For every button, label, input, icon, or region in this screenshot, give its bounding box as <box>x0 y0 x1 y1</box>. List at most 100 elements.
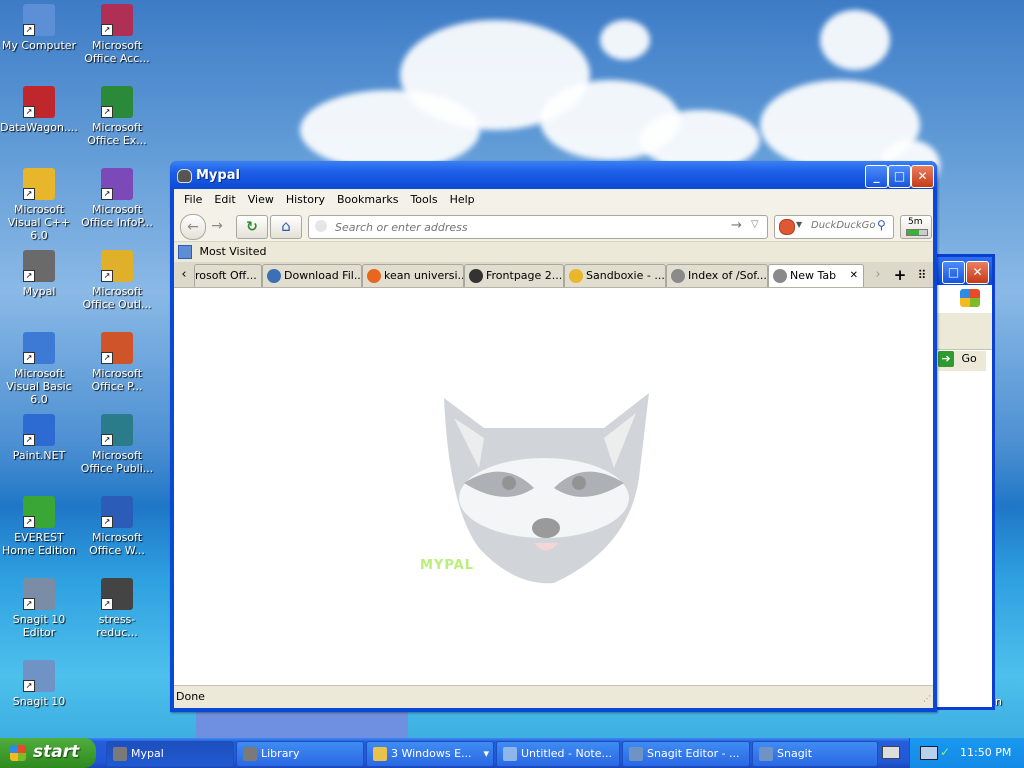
favicon-icon <box>469 269 483 283</box>
taskbar-item[interactable]: Snagit <box>752 741 878 767</box>
bookmarks-toolbar: Most Visited <box>174 242 933 262</box>
menu-file[interactable]: File <box>178 193 208 206</box>
group-dropdown-icon[interactable]: ▾ <box>483 742 489 766</box>
dropdown-arrow-icon[interactable]: ▽ <box>751 219 759 230</box>
speed-badge-button[interactable]: 5m <box>900 215 932 239</box>
menu-history[interactable]: History <box>280 193 331 206</box>
duckduckgo-icon[interactable] <box>779 219 795 235</box>
tab-label: rosoft Off... <box>195 269 257 282</box>
go-button[interactable]: ➔ Go <box>938 351 986 371</box>
desktop-icon[interactable]: ↗ Microsoft Office P... <box>78 332 156 393</box>
forward-button[interactable]: → <box>208 215 226 237</box>
taskbar-item-icon <box>373 747 387 761</box>
favicon-icon <box>367 269 381 283</box>
maximize-button[interactable]: □ <box>888 165 911 188</box>
taskbar-item-label: Mypal <box>131 747 164 760</box>
tab[interactable]: Frontpage 2... <box>464 264 564 287</box>
home-button[interactable]: ⌂ <box>270 215 302 239</box>
scroll-tabs-left-button[interactable]: ‹ <box>176 265 192 285</box>
taskbar-item[interactable]: Mypal <box>106 741 234 767</box>
maximize-button[interactable]: □ <box>942 261 965 284</box>
desktop-icon[interactable]: ↗ stress-reduc... <box>78 578 156 639</box>
tab[interactable]: New Tab ✕ <box>768 264 864 288</box>
taskbar-item[interactable]: 3 Windows E... ▾ <box>366 741 494 767</box>
desktop-icon[interactable]: ↗ My Computer <box>0 4 78 52</box>
desktop-icon[interactable]: ↗ Microsoft Office Ex... <box>78 86 156 147</box>
close-button[interactable]: ✕ <box>911 165 934 188</box>
desktop-icon[interactable]: ↗ Microsoft Office Publi... <box>78 414 156 475</box>
tab[interactable]: kean universi... <box>362 264 464 287</box>
tab[interactable]: Sandboxie - ... <box>564 264 666 287</box>
office-publisher-icon: ↗ <box>101 414 133 446</box>
taskbar: start Mypal Library 3 Windows E... ▾ Untitle… <box>0 738 1024 768</box>
desktop-icon[interactable]: ↗ Microsoft Office W... <box>78 496 156 557</box>
shortcut-arrow-icon: ↗ <box>101 270 113 282</box>
start-button[interactable]: start <box>0 738 96 768</box>
search-icon[interactable]: ⚲ <box>877 218 886 232</box>
menu-bookmarks[interactable]: Bookmarks <box>331 193 404 206</box>
window-titlebar[interactable]: Mypal _ □ ✕ <box>170 161 937 189</box>
go-arrow-icon[interactable]: → <box>731 218 742 233</box>
desktop-icon-label: DataWagon.... <box>0 121 78 134</box>
most-visited-icon <box>178 245 192 259</box>
mypal-window[interactable]: Mypal _ □ ✕ File Edit View History Bookmarks… <box>170 161 937 712</box>
desktop-icon[interactable]: ↗ Microsoft Visual C++ 6.0 <box>0 168 78 242</box>
taskbar-item[interactable]: Snagit Editor - ... <box>622 741 750 767</box>
minimize-button[interactable]: _ <box>865 165 888 188</box>
background-window[interactable]: □ ✕ ➔ Go <box>934 254 995 710</box>
desktop-icon[interactable]: ↗ Microsoft Office Acc... <box>78 4 156 65</box>
background-window-titlebar[interactable]: □ ✕ <box>934 257 992 285</box>
menu-help[interactable]: Help <box>444 193 481 206</box>
shortcut-arrow-icon: ↗ <box>101 106 113 118</box>
chevron-down-icon[interactable]: ▼ <box>796 220 802 229</box>
desktop-icon[interactable]: ↗ DataWagon.... <box>0 86 78 134</box>
desktop-icon[interactable]: ↗ Microsoft Office Outl... <box>78 250 156 311</box>
desktop-icon[interactable]: ↗ Snagit 10 Editor <box>0 578 78 639</box>
go-label: Go <box>961 352 977 365</box>
desktop-icon[interactable]: ↗ Microsoft Visual Basic 6.0 <box>0 332 78 406</box>
address-input[interactable] <box>333 218 717 236</box>
clock[interactable]: 11:50 PM <box>960 746 1011 759</box>
reload-button[interactable]: ↻ <box>236 215 268 239</box>
desktop-icon[interactable]: ↗ Paint.NET <box>0 414 78 462</box>
desktop-icon[interactable]: ↗ Microsoft Office InfoP... <box>78 168 156 229</box>
desktop-icon[interactable]: ↗ Snagit 10 <box>0 660 78 708</box>
taskbar-item[interactable]: Untitled - Note... <box>496 741 620 767</box>
taskbar-item-label: 3 Windows E... <box>391 747 472 760</box>
list-all-tabs-button[interactable]: ⠿ <box>914 265 930 285</box>
menu-tools[interactable]: Tools <box>404 193 443 206</box>
taskbar-item-label: Untitled - Note... <box>521 747 613 760</box>
desktop-icon[interactable]: ↗ Mypal <box>0 250 78 298</box>
tab[interactable]: Download Fil... <box>262 264 362 287</box>
page-content[interactable]: mypal <box>174 287 933 686</box>
address-bar[interactable]: → ▽ <box>308 215 768 239</box>
scroll-tabs-right-button[interactable]: › <box>870 265 886 285</box>
back-button[interactable]: ← <box>180 214 206 240</box>
tab[interactable]: rosoft Off... <box>194 264 262 287</box>
windows-logo-icon <box>960 289 980 307</box>
raccoon-icon <box>177 169 192 183</box>
new-tab-button[interactable]: + <box>892 265 908 285</box>
search-bar[interactable]: ▼ ⚲ <box>774 215 894 239</box>
desktop-icon[interactable]: ↗ EVEREST Home Edition <box>0 496 78 557</box>
desktop-icon-label: EVEREST Home Edition <box>1 531 77 557</box>
desktop-icon-label: Microsoft Office P... <box>91 367 143 393</box>
network-icon[interactable] <box>920 746 938 760</box>
most-visited-folder[interactable]: Most Visited <box>178 244 266 260</box>
close-button[interactable]: ✕ <box>966 261 989 284</box>
resize-grip-icon[interactable]: ⋰ <box>923 694 931 703</box>
desktop-icon-label: Microsoft Office Ex... <box>87 121 147 147</box>
keyboard-icon[interactable] <box>882 746 900 759</box>
taskbar-item-icon <box>113 747 127 761</box>
close-tab-icon[interactable]: ✕ <box>850 265 858 287</box>
my-computer-icon: ↗ <box>23 4 55 36</box>
search-input[interactable] <box>809 219 879 232</box>
tab[interactable]: Index of /Sof... <box>666 264 768 287</box>
window-body: File Edit View History Bookmarks Tools Help ← … <box>174 189 933 708</box>
menu-view[interactable]: View <box>242 193 280 206</box>
taskbar-item[interactable]: Library <box>236 741 364 767</box>
desktop-icon-label: My Computer <box>1 39 77 52</box>
volume-icon[interactable]: ✓ <box>940 745 950 759</box>
visual-basic-icon: ↗ <box>23 332 55 364</box>
menu-edit[interactable]: Edit <box>208 193 241 206</box>
